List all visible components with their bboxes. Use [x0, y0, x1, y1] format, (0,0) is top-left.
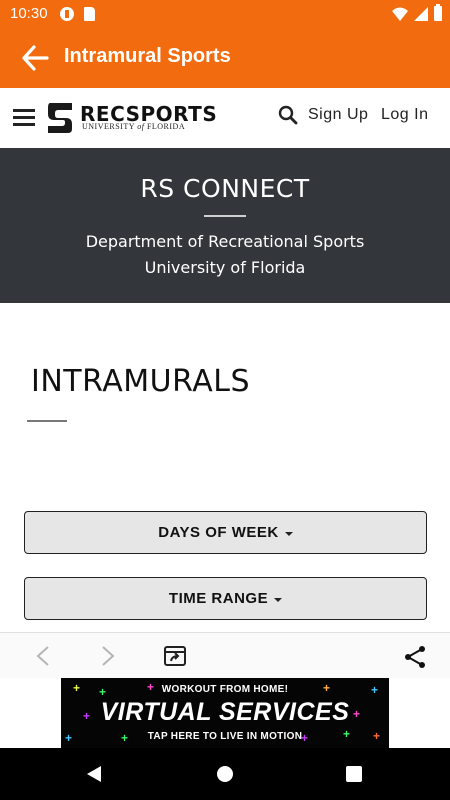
banner-university: University of Florida — [144, 258, 306, 277]
banner-title: RS CONNECT — [140, 174, 310, 203]
days-of-week-label: DAYS OF WEEK — [158, 524, 279, 541]
time-range-label: TIME RANGE — [168, 590, 269, 607]
sd-card-icon — [84, 7, 95, 21]
status-time: 10:30 — [10, 5, 48, 22]
days-of-week-dropdown[interactable]: DAYS OF WEEK — [24, 511, 427, 554]
time-range-dropdown[interactable]: TIME RANGE — [24, 577, 427, 620]
status-right-icons — [392, 4, 442, 21]
share-icon[interactable] — [403, 645, 427, 669]
search-icon[interactable] — [278, 105, 298, 125]
recents-square-icon[interactable] — [346, 766, 362, 782]
app-bar-title: Intramural Sports — [64, 45, 231, 67]
log-in-link[interactable]: Log In — [381, 106, 428, 124]
ad-area: + + + + + + + + + + + + WORKOUT FROM HOM… — [0, 678, 450, 748]
chevron-right-icon[interactable] — [100, 645, 116, 667]
virtual-services-ad[interactable]: + + + + + + + + + + + + WORKOUT FROM HOM… — [61, 678, 389, 748]
recsports-logo-icon — [48, 103, 72, 133]
system-nav-bar — [0, 748, 450, 800]
arrow-left-icon[interactable] — [20, 44, 50, 72]
back-triangle-icon[interactable] — [86, 765, 102, 783]
app-notification-icon — [60, 7, 74, 21]
sign-up-link[interactable]: Sign Up — [308, 106, 368, 124]
site-header: RECSPORTS UNIVERSITY of FLORIDA Sign Up … — [0, 88, 450, 148]
heading-divider — [27, 420, 67, 422]
battery-icon — [434, 4, 442, 21]
wifi-icon — [392, 7, 408, 21]
logo-subtext: UNIVERSITY of FLORIDA — [82, 122, 186, 131]
ad-cta: TAP HERE TO LIVE IN MOTION — [147, 731, 303, 742]
open-in-browser-icon[interactable] — [163, 644, 187, 668]
home-circle-icon[interactable] — [217, 766, 233, 782]
caret-down-icon — [274, 598, 283, 602]
browser-toolbar — [0, 632, 450, 678]
hamburger-menu-icon[interactable] — [13, 109, 35, 127]
signal-icon — [414, 6, 428, 21]
ad-tagline: WORKOUT FROM HOME! — [161, 684, 289, 695]
banner-department: Department of Recreational Sports — [85, 232, 365, 251]
app-bar: Intramural Sports — [0, 28, 450, 88]
caret-down-icon — [284, 532, 293, 536]
hero-banner: RS CONNECT Department of Recreational Sp… — [0, 148, 450, 303]
page-title: INTRAMURALS — [31, 364, 251, 399]
chevron-left-icon[interactable] — [35, 645, 51, 667]
status-bar: 10:30 — [0, 0, 450, 28]
ad-headline: VIRTUAL SERVICES — [100, 698, 350, 726]
banner-divider — [204, 215, 246, 217]
